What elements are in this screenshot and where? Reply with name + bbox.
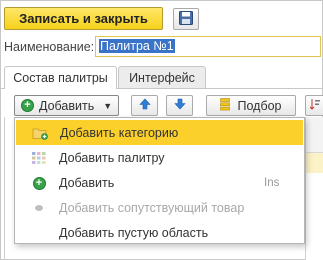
stack-icon (220, 97, 231, 114)
menu-item-add-related-product: Добавить сопутствующий товар (15, 195, 304, 220)
list-right-area (305, 117, 323, 260)
tab-palette-content[interactable]: Состав палитры (4, 66, 117, 89)
floppy-disk-icon (179, 10, 193, 28)
save-and-close-label: Записать и закрыть (19, 11, 148, 26)
name-input[interactable]: Палитра №1 (95, 36, 321, 57)
name-input-value: Палитра №1 (99, 39, 175, 53)
list-left-border (4, 117, 14, 260)
menu-item-add[interactable]: + Добавить Ins (15, 170, 304, 195)
menu-item-add-palette[interactable]: Добавить палитру (15, 145, 304, 170)
move-down-button[interactable] (166, 95, 193, 116)
tab-interface-label: Интерфейс (129, 70, 195, 85)
menu-item-label: Добавить сопутствующий товар (59, 200, 245, 215)
green-plus-circle-icon: + (31, 175, 47, 191)
list-header (306, 117, 323, 153)
pick-button[interactable]: Подбор (206, 95, 296, 116)
menu-item-label: Добавить пустую область (59, 225, 209, 240)
sort-button[interactable] (305, 95, 323, 116)
menu-item-label: Добавить палитру (59, 150, 165, 165)
sort-icon (309, 98, 320, 113)
menu-item-label: Добавить категорию (60, 125, 179, 140)
save-and-close-button[interactable]: Записать и закрыть (4, 7, 163, 30)
add-dropdown-button[interactable]: + Добавить ▼ (14, 95, 119, 116)
save-button[interactable] (173, 8, 199, 30)
menu-item-add-category[interactable]: Добавить категорию (16, 120, 303, 145)
palette-grid-icon (31, 150, 47, 166)
tab-interface[interactable]: Интерфейс (118, 66, 206, 89)
arrow-down-icon (173, 98, 186, 113)
add-dropdown-menu: Добавить категорию Добавить палитру + До… (14, 117, 305, 244)
selected-row[interactable] (306, 153, 323, 173)
folder-add-icon (32, 125, 48, 141)
menu-item-label: Добавить (59, 175, 115, 190)
gray-dot-icon (31, 200, 47, 216)
menu-item-add-empty-area[interactable]: Добавить пустую область (15, 220, 304, 245)
move-up-button[interactable] (131, 95, 158, 116)
menu-item-shortcut: Ins (264, 176, 280, 189)
add-button-label: Добавить (39, 98, 95, 113)
arrow-up-icon (138, 98, 151, 113)
pick-button-label: Подбор (237, 98, 282, 113)
chevron-down-icon: ▼ (103, 100, 113, 111)
green-plus-circle-icon: + (21, 99, 34, 112)
tab-palette-content-label: Состав палитры (13, 71, 108, 85)
name-field-label: Наименование: (4, 40, 95, 54)
